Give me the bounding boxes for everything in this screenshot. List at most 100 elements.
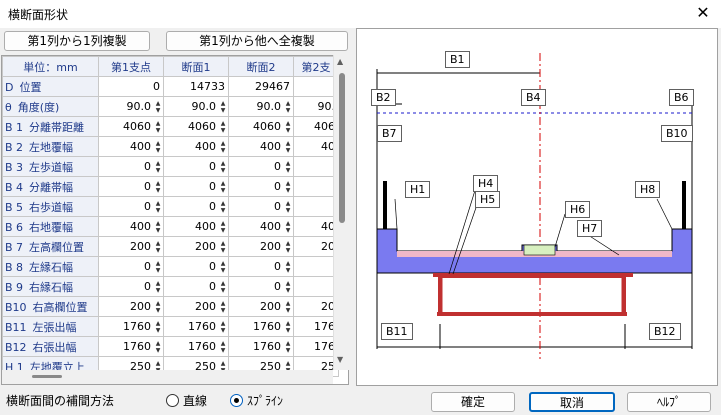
- grid-cell[interactable]: 0 ▲ ▼: [163, 276, 229, 297]
- grid-cell[interactable]: 90.0 ▲ ▼: [228, 96, 294, 117]
- grid-cell[interactable]: [293, 276, 339, 297]
- spinner-icon[interactable]: ▲▼: [219, 300, 227, 314]
- grid-cell[interactable]: 400 ▲ ▼: [163, 136, 229, 157]
- grid-cell[interactable]: 1760 ▲ ▼: [98, 316, 164, 337]
- copy-col1-button[interactable]: 第1列から1列複製: [4, 31, 150, 51]
- grid-cell[interactable]: 0 ▲ ▼: [163, 196, 229, 217]
- grid-cell[interactable]: 400 ▲ ▼: [163, 216, 229, 237]
- grid-cell[interactable]: 0 ▲ ▼: [228, 176, 294, 197]
- spinner-icon[interactable]: ▲▼: [154, 280, 162, 294]
- spinner-icon[interactable]: ▲▼: [284, 320, 292, 334]
- help-button[interactable]: ﾍﾙﾌﾟ: [627, 392, 711, 412]
- spinner-icon[interactable]: ▲▼: [219, 180, 227, 194]
- spinner-icon[interactable]: ▲▼: [154, 260, 162, 274]
- grid-cell[interactable]: 20: [293, 236, 339, 257]
- grid-cell[interactable]: 0 ▲ ▼: [98, 176, 164, 197]
- grid-cell[interactable]: 200 ▲ ▼: [228, 296, 294, 317]
- spinner-icon[interactable]: ▲▼: [284, 120, 292, 134]
- copy-col1-all-button[interactable]: 第1列から他へ全複製: [166, 31, 348, 51]
- spinner-icon[interactable]: ▲▼: [219, 200, 227, 214]
- grid-cell[interactable]: 29467: [228, 76, 294, 97]
- grid-cell[interactable]: [293, 196, 339, 217]
- spinner-icon[interactable]: ▲▼: [219, 240, 227, 254]
- grid-cell[interactable]: 200 ▲ ▼: [98, 236, 164, 257]
- grid-cell[interactable]: 176: [293, 316, 339, 337]
- scroll-thumb[interactable]: [339, 73, 345, 223]
- spinner-icon[interactable]: ▲▼: [219, 340, 227, 354]
- radio-spline-icon[interactable]: [230, 394, 243, 407]
- spinner-icon[interactable]: ▲▼: [154, 140, 162, 154]
- spinner-icon[interactable]: ▲▼: [219, 260, 227, 274]
- spinner-icon[interactable]: ▲▼: [219, 160, 227, 174]
- grid-cell[interactable]: 400 ▲ ▼: [228, 216, 294, 237]
- grid-cell[interactable]: 400 ▲ ▼: [228, 136, 294, 157]
- spinner-icon[interactable]: ▲▼: [284, 240, 292, 254]
- grid-cell[interactable]: 14733: [163, 76, 229, 97]
- ok-button[interactable]: 確定: [431, 392, 515, 412]
- grid-cell[interactable]: 90.0 ▲ ▼: [163, 96, 229, 117]
- grid-cell[interactable]: 0 ▲ ▼: [228, 256, 294, 277]
- grid-cell[interactable]: [293, 156, 339, 177]
- grid-cell[interactable]: 406: [293, 116, 339, 137]
- grid-cell[interactable]: 4060 ▲ ▼: [163, 116, 229, 137]
- grid-cell[interactable]: 0 ▲ ▼: [98, 196, 164, 217]
- grid-cell[interactable]: 4060 ▲ ▼: [228, 116, 294, 137]
- spinner-icon[interactable]: ▲▼: [154, 100, 162, 114]
- spinner-icon[interactable]: ▲▼: [154, 340, 162, 354]
- spinner-icon[interactable]: ▲▼: [219, 220, 227, 234]
- grid-cell[interactable]: 0 ▲ ▼: [228, 156, 294, 177]
- grid-cell[interactable]: 20: [293, 296, 339, 317]
- spinner-icon[interactable]: ▲▼: [284, 140, 292, 154]
- grid-cell[interactable]: 40: [293, 216, 339, 237]
- grid-cell[interactable]: 40: [293, 136, 339, 157]
- grid-cell[interactable]: [293, 176, 339, 197]
- grid-cell[interactable]: 90.0 ▲ ▼: [98, 96, 164, 117]
- grid-cell[interactable]: 200 ▲ ▼: [163, 296, 229, 317]
- spinner-icon[interactable]: ▲▼: [219, 140, 227, 154]
- spinner-icon[interactable]: ▲▼: [154, 240, 162, 254]
- grid-cell[interactable]: 0 ▲ ▼: [228, 196, 294, 217]
- spinner-icon[interactable]: ▲▼: [154, 320, 162, 334]
- radio-spline[interactable]: ｽﾌﾟﾗｲﾝ: [230, 392, 283, 409]
- spinner-icon[interactable]: ▲▼: [219, 320, 227, 334]
- spinner-icon[interactable]: ▲▼: [154, 160, 162, 174]
- horizontal-scrollbar[interactable]: [2, 370, 333, 384]
- grid-cell[interactable]: 400 ▲ ▼: [98, 216, 164, 237]
- grid-cell[interactable]: 0 ▲ ▼: [163, 176, 229, 197]
- spinner-icon[interactable]: ▲▼: [284, 160, 292, 174]
- spinner-icon[interactable]: ▲▼: [284, 300, 292, 314]
- hscroll-thumb[interactable]: [32, 375, 62, 378]
- grid-cell[interactable]: 200 ▲ ▼: [98, 296, 164, 317]
- grid-cell[interactable]: 1760 ▲ ▼: [228, 316, 294, 337]
- spinner-icon[interactable]: ▲▼: [219, 120, 227, 134]
- grid-cell[interactable]: 1760 ▲ ▼: [163, 336, 229, 357]
- grid-cell[interactable]: 0: [98, 76, 164, 97]
- cancel-button[interactable]: 取消: [529, 392, 615, 412]
- grid-cell[interactable]: [293, 256, 339, 277]
- grid-cell[interactable]: 0 ▲ ▼: [98, 156, 164, 177]
- spinner-icon[interactable]: ▲▼: [284, 200, 292, 214]
- spinner-icon[interactable]: ▲▼: [284, 260, 292, 274]
- scroll-up-icon[interactable]: ▲: [337, 57, 343, 66]
- grid-cell[interactable]: 0 ▲ ▼: [98, 256, 164, 277]
- spinner-icon[interactable]: ▲▼: [219, 100, 227, 114]
- spinner-icon[interactable]: ▲▼: [284, 220, 292, 234]
- spinner-icon[interactable]: ▲▼: [154, 200, 162, 214]
- column-header[interactable]: 断面2: [228, 56, 294, 77]
- grid-cell[interactable]: 200 ▲ ▼: [228, 236, 294, 257]
- grid-cell[interactable]: 4060 ▲ ▼: [98, 116, 164, 137]
- spinner-icon[interactable]: ▲▼: [284, 280, 292, 294]
- grid-cell[interactable]: 1760 ▲ ▼: [163, 316, 229, 337]
- spinner-icon[interactable]: ▲▼: [154, 180, 162, 194]
- column-header[interactable]: 第1支点: [98, 56, 164, 77]
- grid-cell[interactable]: 400 ▲ ▼: [98, 136, 164, 157]
- spinner-icon[interactable]: ▲▼: [284, 340, 292, 354]
- spinner-icon[interactable]: ▲▼: [154, 120, 162, 134]
- grid-cell[interactable]: 0 ▲ ▼: [228, 276, 294, 297]
- spinner-icon[interactable]: ▲▼: [219, 280, 227, 294]
- grid-cell[interactable]: 1760 ▲ ▼: [228, 336, 294, 357]
- column-header[interactable]: 第2支: [293, 56, 339, 77]
- grid-cell[interactable]: 0 ▲ ▼: [163, 256, 229, 277]
- spinner-icon[interactable]: ▲▼: [154, 300, 162, 314]
- spinner-icon[interactable]: ▲▼: [284, 100, 292, 114]
